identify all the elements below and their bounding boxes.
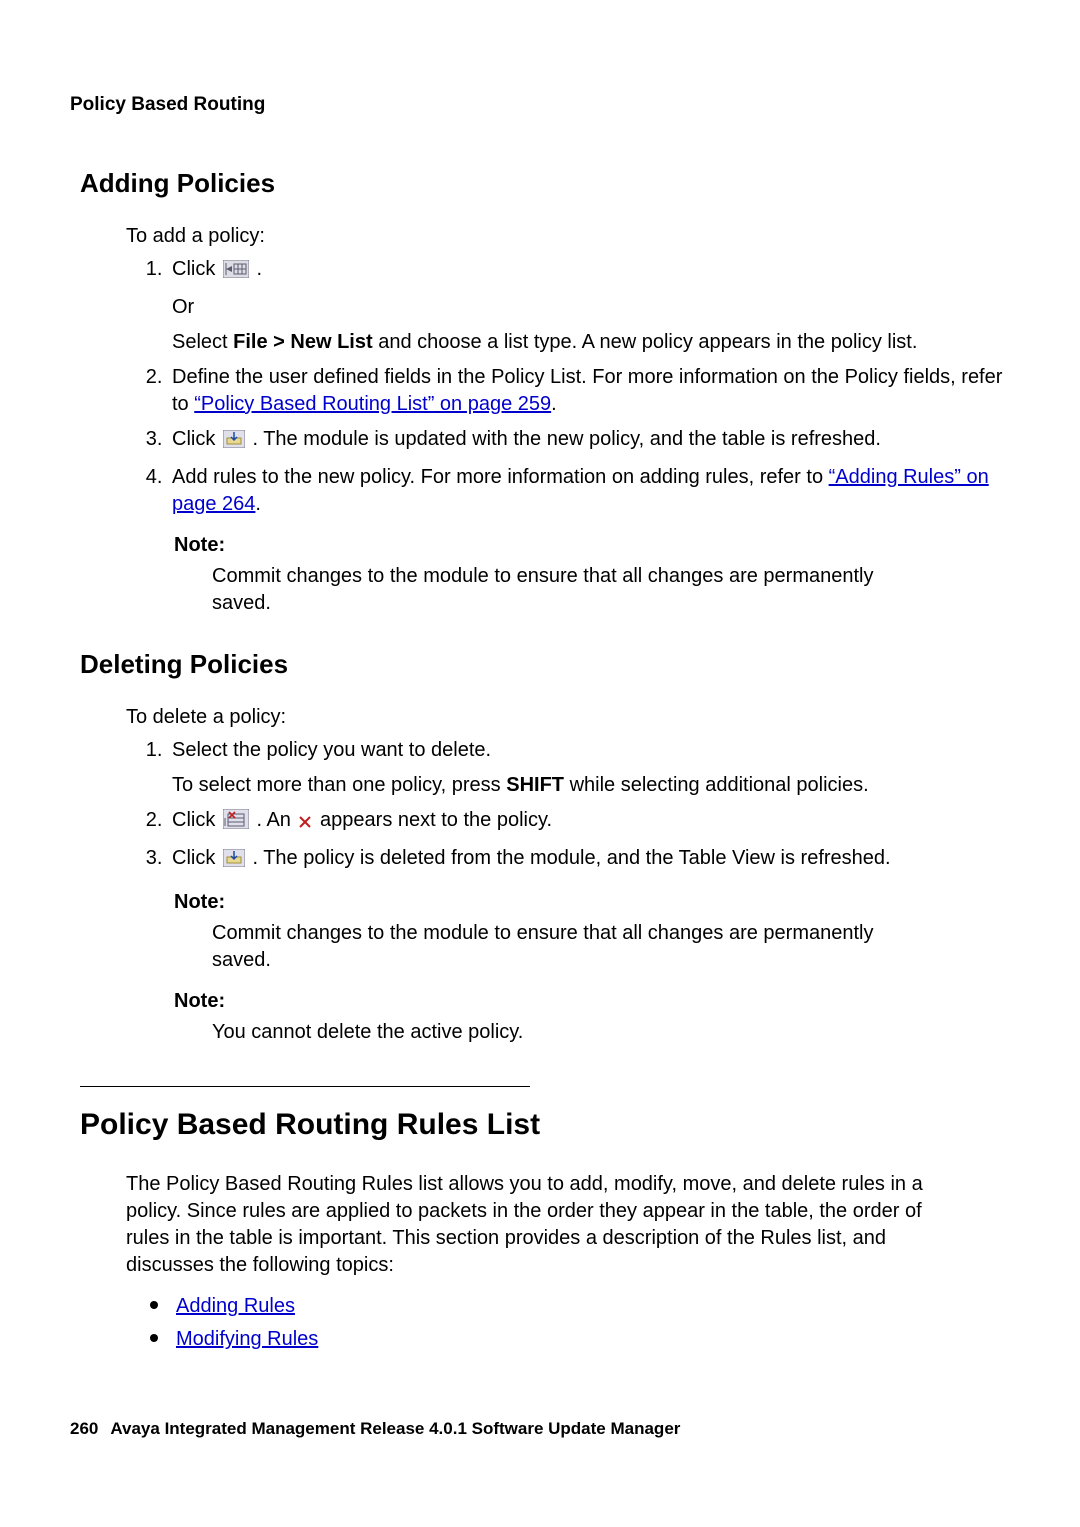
step-2: Define the user defined fields in the Po…	[168, 364, 1010, 418]
running-header: Policy Based Routing	[70, 92, 1010, 118]
document-page: Policy Based Routing Adding Policies To …	[0, 0, 1080, 1527]
footer-title: Avaya Integrated Management Release 4.0.…	[110, 1419, 680, 1438]
text: Add rules to the new policy. For more in…	[172, 466, 829, 488]
heading-deleting-policies: Deleting Policies	[80, 647, 1010, 682]
page-footer: 260 Avaya Integrated Management Release 4…	[70, 1418, 680, 1441]
list-item: Modifying Rules	[150, 1326, 1010, 1353]
list-item: Adding Rules	[150, 1293, 1010, 1320]
link-modifying-rules-topic[interactable]: Modifying Rules	[176, 1328, 318, 1350]
text: Click	[172, 809, 221, 831]
text: Select	[172, 331, 233, 353]
apply-icon	[223, 429, 245, 456]
step-1-alt: Select File > New List and choose a list…	[172, 329, 1010, 356]
text: .	[551, 393, 557, 415]
topic-list: Adding Rules Modifying Rules	[150, 1293, 1010, 1353]
text: while selecting additional policies.	[564, 774, 869, 796]
step-1-sub: To select more than one policy, press SH…	[172, 772, 1010, 799]
step-2: Click . An appears nex	[168, 807, 1010, 837]
heading-adding-policies: Adding Policies	[80, 166, 1010, 201]
or-text: Or	[172, 294, 1010, 321]
steps-add: Click . Or Select File > New List and ch…	[126, 256, 1010, 518]
apply-icon	[223, 848, 245, 875]
text: Click	[172, 258, 221, 280]
step-1: Click . Or Select File > New List and ch…	[168, 256, 1010, 356]
intro-add: To add a policy:	[126, 223, 1010, 250]
text: appears next to the policy.	[320, 809, 552, 831]
page-number: 260	[70, 1419, 98, 1438]
key-shift: SHIFT	[506, 774, 564, 796]
link-adding-rules-topic[interactable]: Adding Rules	[176, 1295, 295, 1317]
intro-delete: To delete a policy:	[126, 704, 1010, 731]
text: To select more than one policy, press	[172, 774, 506, 796]
text: .	[256, 258, 262, 280]
text: .	[255, 493, 261, 515]
note-body: Commit changes to the module to ensure t…	[212, 563, 910, 617]
section-divider	[80, 1086, 530, 1087]
text: . An	[256, 809, 296, 831]
rules-list-body: The Policy Based Routing Rules list allo…	[126, 1171, 954, 1279]
delete-list-icon	[223, 809, 249, 837]
text: . The policy is deleted from the module,…	[252, 847, 890, 869]
note-label: Note:	[174, 988, 1010, 1015]
text: Click	[172, 847, 221, 869]
step-1: Select the policy you want to delete. To…	[168, 737, 1010, 799]
heading-rules-list: Policy Based Routing Rules List	[80, 1105, 1010, 1146]
note-label: Note:	[174, 889, 1010, 916]
menu-path: File > New List	[233, 331, 372, 353]
step-3: Click . The module is updated with the n…	[168, 426, 1010, 456]
x-mark-icon	[298, 810, 312, 837]
text: . The module is updated with the new pol…	[252, 428, 881, 450]
note-label: Note:	[174, 532, 1010, 559]
text: and choose a list type. A new policy app…	[373, 331, 918, 353]
note-body: Commit changes to the module to ensure t…	[212, 920, 910, 974]
new-list-icon	[223, 259, 249, 286]
note-body: You cannot delete the active policy.	[212, 1019, 910, 1046]
steps-delete: Select the policy you want to delete. To…	[126, 737, 1010, 875]
step-4: Add rules to the new policy. For more in…	[168, 464, 1010, 518]
step-3: Click . The policy is deleted from the m…	[168, 845, 1010, 875]
link-policy-list[interactable]: “Policy Based Routing List” on page 259	[194, 393, 551, 415]
text: Select the policy you want to delete.	[172, 739, 491, 761]
text: Click	[172, 428, 221, 450]
